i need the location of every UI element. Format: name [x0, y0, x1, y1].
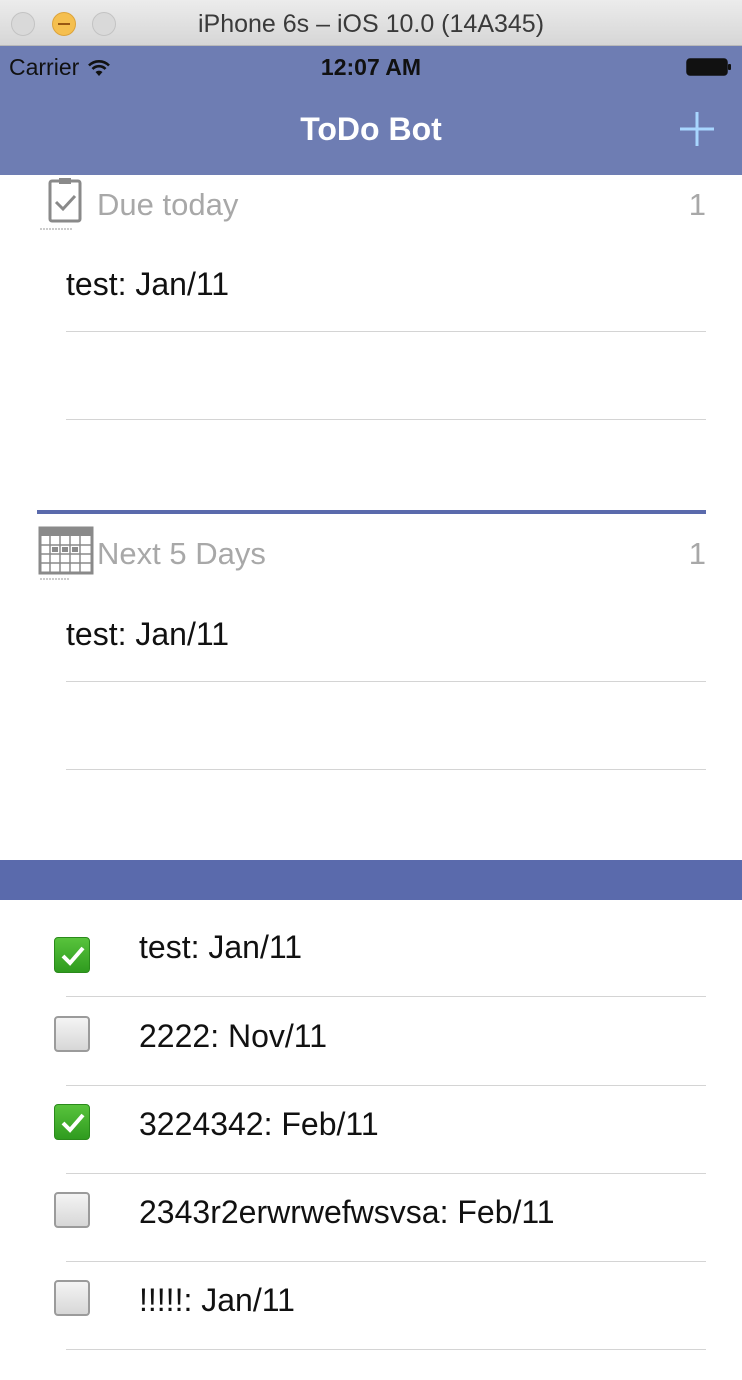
checkbox-unchecked-icon[interactable] [54, 1016, 90, 1052]
window-title: iPhone 6s – iOS 10.0 (14A345) [197, 10, 545, 38]
section-header-next-days: Next 5 Days 1 [0, 524, 742, 584]
task-label: 2222: Nov/11 [139, 1018, 327, 1054]
task-label: 3224342: Feb/11 [139, 1106, 379, 1142]
task-row[interactable]: 3224342: Feb/11 [54, 1086, 706, 1174]
status-time: 12:07 AM [320, 54, 422, 80]
task-row[interactable]: !!!!!: Jan/11 [54, 1262, 706, 1350]
plus-icon[interactable] [678, 110, 716, 148]
task-label: test: Jan/11 [139, 929, 303, 965]
list-item-label: test: Jan/11 [66, 266, 230, 302]
section-divider [37, 510, 706, 514]
checkbox-unchecked-icon[interactable] [54, 1280, 90, 1316]
section-title: Due today [97, 187, 239, 222]
task-row[interactable]: 2222: Nov/11 [54, 998, 706, 1086]
section-title: Next 5 Days [97, 536, 266, 571]
list-item[interactable]: test: Jan/11 [66, 244, 706, 332]
navigation-bar: Carrier 12:07 AM ToDo Bot [0, 46, 742, 175]
checkbox-unchecked-icon[interactable] [54, 1192, 90, 1228]
page-title: ToDo Bot [300, 111, 442, 147]
checkbox-checked-icon[interactable] [54, 1104, 90, 1140]
section-count-badge: 1 [688, 536, 706, 571]
section-separator-band [0, 860, 742, 900]
list-item[interactable]: test: Jan/11 [66, 594, 706, 682]
section-header-due-today: Due today 1 [0, 175, 742, 235]
task-label: 2343r2erwrwefwsvsa: Feb/11 [139, 1194, 555, 1230]
section-count-badge: 1 [688, 187, 706, 222]
clipboard-check-icon [40, 178, 82, 230]
battery-icon [686, 58, 731, 76]
list-item-empty[interactable] [66, 682, 706, 770]
calendar-icon [38, 526, 94, 580]
task-row[interactable]: test: Jan/11 [54, 909, 706, 997]
simulator-title-bar: iPhone 6s – iOS 10.0 (14A345) [0, 0, 742, 46]
list-item-empty[interactable] [66, 332, 706, 420]
task-label: !!!!!: Jan/11 [139, 1282, 295, 1318]
checkbox-checked-icon[interactable] [54, 937, 90, 973]
list-item-label: test: Jan/11 [66, 616, 230, 652]
task-row[interactable]: 2343r2erwrwefwsvsa: Feb/11 [54, 1174, 706, 1262]
